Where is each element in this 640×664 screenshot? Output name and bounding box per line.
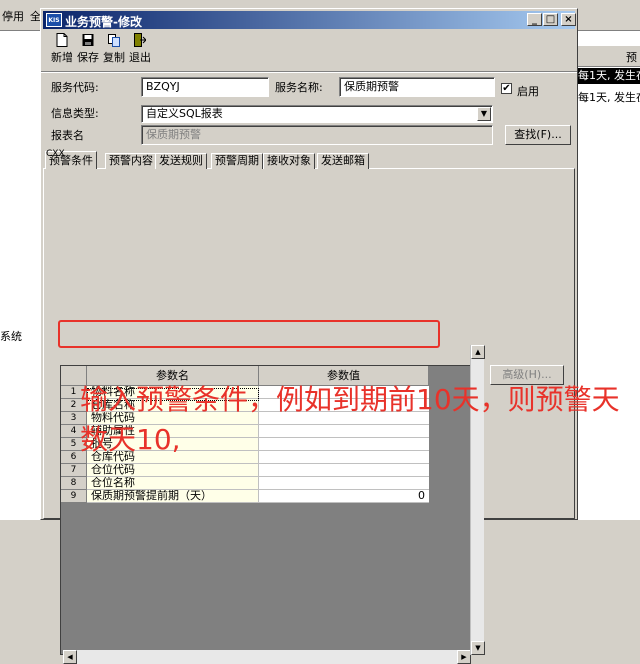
tab-alert-cycle[interactable]: 预警周期 xyxy=(211,153,263,169)
dialog-titlebar[interactable]: KIS 业务预警-修改 _ □ × xyxy=(43,11,576,29)
scroll-down-icon[interactable]: ▼ xyxy=(471,641,485,655)
info-type-label: 信息类型: xyxy=(51,107,99,120)
kis-app-icon: KIS xyxy=(46,13,62,27)
exit-button[interactable]: 退出 xyxy=(127,31,153,67)
highlight-annotation-box xyxy=(58,320,440,348)
table-row[interactable]: 7 仓位代码 xyxy=(61,464,429,477)
new-button[interactable]: 新增 xyxy=(49,31,75,67)
copy-button-label: 复制 xyxy=(103,51,125,64)
service-name-input[interactable]: 保质期预警 xyxy=(339,77,495,97)
row-number: 9 xyxy=(61,490,87,503)
param-name-cell[interactable]: 仓位名称 xyxy=(87,477,259,490)
list-item[interactable]: 每1天, 发生在 xyxy=(578,68,640,84)
tab-recipients[interactable]: 接收对象 xyxy=(263,153,315,169)
param-name-cell[interactable]: 保质期预警提前期（天） xyxy=(87,490,259,503)
find-button[interactable]: 查找(F)... xyxy=(505,125,571,145)
chevron-down-icon[interactable]: ▼ xyxy=(477,107,491,121)
scroll-up-icon[interactable]: ▲ xyxy=(471,345,485,359)
save-disk-icon xyxy=(82,34,94,46)
annotation-text: 输入预警条件，例如到期前10天，则预警天数天10, xyxy=(80,383,620,456)
toolbar: 新增 保存 复制 退出 xyxy=(47,29,159,69)
service-name-label: 服务名称: xyxy=(275,81,323,94)
dialog-title: 业务预警-修改 xyxy=(65,15,142,29)
new-button-label: 新增 xyxy=(51,51,73,64)
enable-checkbox[interactable]: ✔ xyxy=(501,83,512,94)
table-row[interactable]: 9 保质期预警提前期（天） 0 xyxy=(61,490,429,503)
bg-menu-item-disable[interactable]: 停用 xyxy=(2,8,24,24)
background-tree-label: 系统 xyxy=(0,330,22,343)
copy-icon xyxy=(108,34,120,47)
report-name-label: 报表名 xyxy=(51,129,84,142)
tab-alert-conditions[interactable]: CXX 预警条件 xyxy=(45,149,97,169)
tab-send-rules[interactable]: 发送规则 xyxy=(155,153,207,169)
param-value-cell[interactable]: 0 xyxy=(259,490,429,503)
enable-label: 启用 xyxy=(517,85,539,98)
service-code-input[interactable]: BZQYJ xyxy=(141,77,269,97)
close-button[interactable]: × xyxy=(561,13,576,26)
info-type-select[interactable]: 自定义SQL报表 xyxy=(141,105,493,123)
param-value-cell[interactable] xyxy=(259,477,429,490)
horizontal-scrollbar[interactable]: ◀ ▶ xyxy=(63,650,471,664)
save-button-label: 保存 xyxy=(77,51,99,64)
table-row[interactable]: 8 仓位名称 xyxy=(61,477,429,490)
scroll-left-icon[interactable]: ◀ xyxy=(63,650,77,664)
service-code-label: 服务代码: xyxy=(51,81,99,94)
save-button[interactable]: 保存 xyxy=(75,31,101,67)
tab-alert-content[interactable]: 预警内容 xyxy=(105,153,157,169)
toolbar-divider xyxy=(41,71,577,73)
tab-send-mailbox[interactable]: 发送邮箱 xyxy=(317,153,369,169)
param-value-cell[interactable] xyxy=(259,464,429,477)
param-name-cell[interactable]: 仓位代码 xyxy=(87,464,259,477)
report-name-input: 保质期预警 xyxy=(141,125,493,145)
exit-button-label: 退出 xyxy=(129,51,151,64)
minimize-button[interactable]: _ xyxy=(527,13,542,26)
scroll-right-icon[interactable]: ▶ xyxy=(457,650,471,664)
new-doc-icon xyxy=(56,33,68,47)
maximize-button[interactable]: □ xyxy=(543,13,558,26)
background-list-header: 预 xyxy=(576,46,640,67)
copy-button[interactable]: 复制 xyxy=(101,31,127,67)
row-number: 7 xyxy=(61,464,87,477)
exit-door-icon xyxy=(134,33,146,47)
list-item[interactable]: 每1天, 发生在 xyxy=(578,90,640,106)
row-number: 8 xyxy=(61,477,87,490)
